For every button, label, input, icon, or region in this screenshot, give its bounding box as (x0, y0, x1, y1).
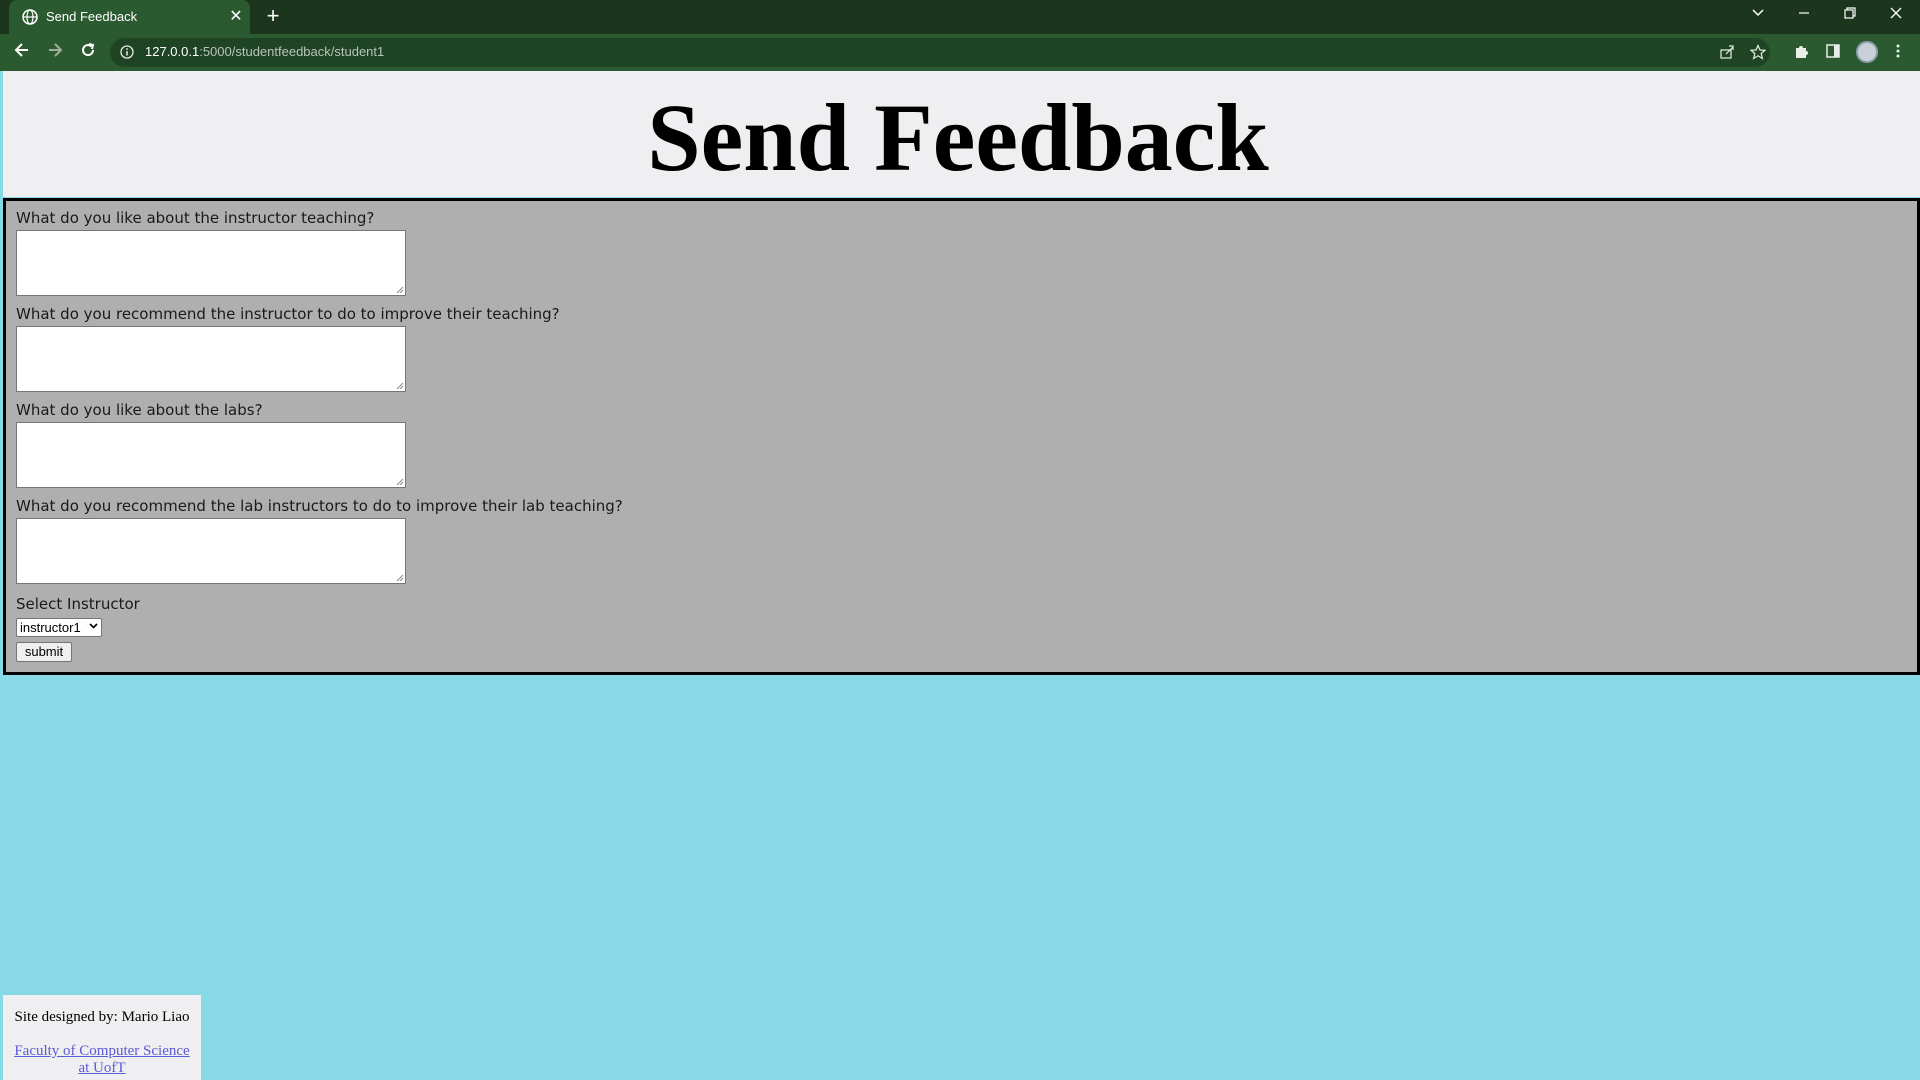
tab-title: Send Feedback (46, 9, 138, 24)
question-4-label: What do you recommend the lab instructor… (16, 497, 623, 515)
url-host: 127.0.0.1 (145, 44, 200, 59)
footer-credit: Site designed by: Mario Liao (14, 1009, 190, 1025)
tab-search-chevron-icon[interactable] (1744, 4, 1772, 26)
browser-toolbar: 127.0.0.1:5000/studentfeedback/student1 (0, 34, 1920, 71)
resize-grip-icon[interactable] (396, 478, 404, 486)
instructor-select[interactable]: instructor1 (16, 618, 102, 637)
back-arrow-icon[interactable] (10, 41, 34, 65)
page-header: Send Feedback (3, 71, 1920, 197)
question-1-label: What do you like about the instructor te… (16, 209, 375, 227)
profile-avatar[interactable] (1856, 41, 1878, 63)
instructor-select-value: instructor1 (20, 620, 81, 635)
page-body: Send Feedback What do you like about the… (0, 71, 1920, 1080)
site-footer: Site designed by: Mario Liao Faculty of … (3, 995, 201, 1080)
resize-grip-icon[interactable] (396, 574, 404, 582)
faculty-link[interactable]: Faculty of Computer Science at UofT (3, 1043, 201, 1077)
faculty-link-line1: Faculty of Computer Science (14, 1043, 190, 1059)
url-path: :5000/studentfeedback/student1 (199, 44, 385, 59)
address-bar[interactable]: 127.0.0.1:5000/studentfeedback/student1 (110, 38, 1770, 67)
resize-grip-icon[interactable] (396, 382, 404, 390)
question-2-label: What do you recommend the instructor to … (16, 305, 560, 323)
question-4-textarea[interactable] (16, 518, 406, 584)
question-2-textarea[interactable] (16, 326, 406, 392)
close-window-icon[interactable] (1882, 4, 1910, 26)
page-title: Send Feedback (647, 84, 1269, 191)
question-1-textarea[interactable] (16, 230, 406, 296)
browser-window: Send Feedback ✕ + 127.0.0.1:5000/student… (0, 0, 1920, 71)
feedback-form: What do you like about the instructor te… (3, 198, 1920, 675)
url-text[interactable]: 127.0.0.1:5000/studentfeedback/student1 (145, 44, 384, 59)
share-icon[interactable] (1718, 44, 1736, 62)
side-panel-icon[interactable] (1823, 43, 1843, 63)
resize-grip-icon[interactable] (396, 286, 404, 294)
tab-strip: Send Feedback ✕ + (0, 0, 1920, 34)
chevron-down-icon (89, 619, 98, 636)
globe-icon (22, 9, 38, 25)
faculty-link-line2: at UofT (78, 1060, 126, 1076)
reload-icon[interactable] (76, 41, 100, 65)
tab-send-feedback[interactable]: Send Feedback ✕ (9, 0, 250, 34)
question-3-textarea[interactable] (16, 422, 406, 488)
bookmark-star-icon[interactable] (1749, 44, 1767, 62)
new-tab-button[interactable]: + (262, 5, 284, 28)
forward-arrow-icon[interactable] (43, 41, 67, 65)
select-instructor-label: Select Instructor (16, 595, 140, 613)
question-3-label: What do you like about the labs? (16, 401, 263, 419)
site-info-icon[interactable] (120, 45, 134, 59)
extensions-puzzle-icon[interactable] (1791, 43, 1811, 63)
minimize-icon[interactable] (1790, 4, 1818, 26)
restore-icon[interactable] (1836, 4, 1864, 26)
submit-button[interactable]: submit (16, 642, 72, 662)
close-tab-icon[interactable]: ✕ (227, 8, 245, 26)
more-menu-icon[interactable] (1888, 43, 1908, 63)
